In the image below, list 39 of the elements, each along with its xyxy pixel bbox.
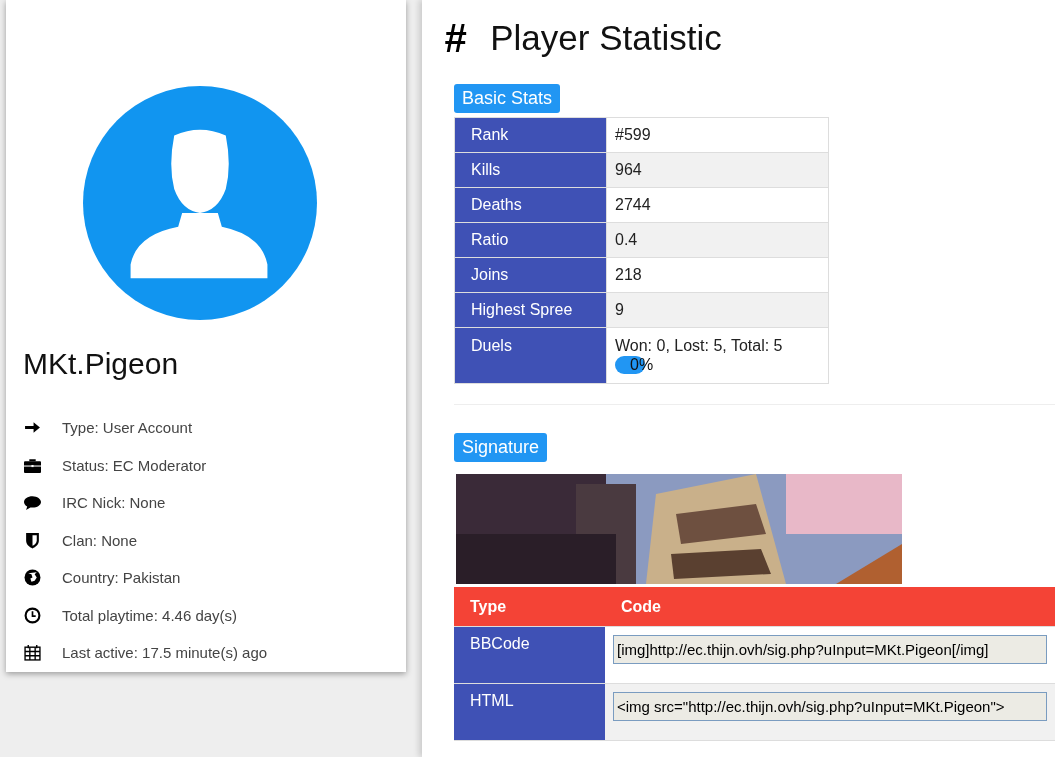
profile-detail: IRC Nick: None xyxy=(62,494,166,512)
table-cell: 2744 xyxy=(606,187,829,223)
table-cell: 9 xyxy=(606,292,829,328)
section-title: Signature xyxy=(454,433,548,462)
hash-icon: # xyxy=(444,15,467,61)
table-cell: Rank xyxy=(454,117,607,153)
profile-detail: Status: EC Moderator xyxy=(62,456,207,474)
speech-bubble-icon xyxy=(24,494,41,512)
globe-icon xyxy=(24,569,41,587)
table-cell: HTML xyxy=(454,683,605,741)
table-cell-text: Won: 0, Lost: 5, Total: 5 xyxy=(615,337,784,355)
page-title: Player Statistic xyxy=(490,18,722,58)
profile-detail: Type: User Account xyxy=(62,419,193,437)
table-cell: Ratio xyxy=(454,222,607,258)
code-field[interactable]: <img src="http://ec.thijn.ovh/sig.php?uInput=MKt.Pigeon"> xyxy=(613,692,1047,721)
player-name: MKt.Pigeon xyxy=(23,347,180,381)
avatar-icon xyxy=(83,85,317,321)
calendar-icon xyxy=(24,644,41,662)
column-header: Code xyxy=(605,587,1055,627)
table-cell: 218 xyxy=(606,257,829,293)
table-cell: 964 xyxy=(606,152,829,188)
clock-icon xyxy=(24,606,41,624)
table-cell: BBCode xyxy=(454,626,605,684)
profile-detail: Country: Pakistan xyxy=(62,569,181,587)
code-field[interactable]: [img]http://ec.thijn.ovh/sig.php?uInput=MKt.Pigeon[/img] xyxy=(613,635,1047,664)
table-cell: Kills xyxy=(454,152,607,188)
profile-detail: Total playtime: 4.46 day(s) xyxy=(62,606,238,624)
table-cell: Joins xyxy=(454,257,607,293)
table-cell: #599 xyxy=(606,117,829,153)
table-cell: Highest Spree xyxy=(454,292,607,328)
profile-detail: Last active: 17.5 minute(s) ago xyxy=(62,644,268,662)
shield-icon xyxy=(24,531,41,549)
table-cell: 0.4 xyxy=(606,222,829,258)
table-cell: Deaths xyxy=(454,187,607,223)
table-cell: Duels xyxy=(454,327,607,384)
profile-detail: Clan: None xyxy=(62,531,138,549)
section-title: Basic Stats xyxy=(454,84,561,113)
briefcase-icon xyxy=(24,456,41,474)
column-header: Type xyxy=(454,587,605,627)
